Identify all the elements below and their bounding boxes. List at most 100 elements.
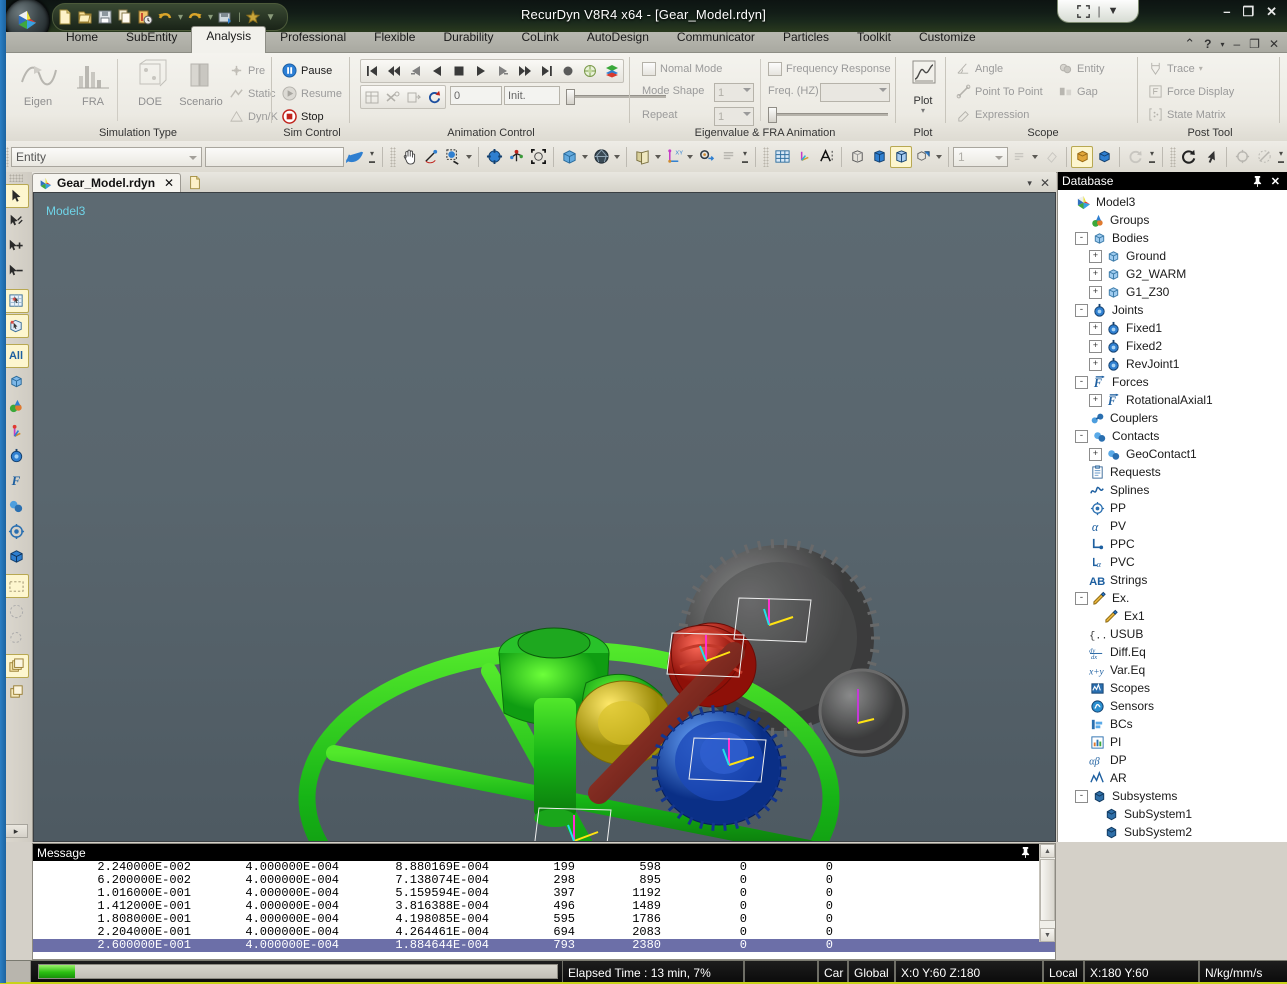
render-blue-icon[interactable] xyxy=(1093,146,1115,168)
first-frame-icon[interactable] xyxy=(361,61,383,81)
plot-button[interactable]: Plot ▾ xyxy=(897,57,949,115)
perspective-icon[interactable] xyxy=(631,146,653,168)
pause-button[interactable]: Pause xyxy=(282,61,332,80)
tree-node[interactable]: PI xyxy=(1058,733,1287,751)
restore-button[interactable]: ❐ xyxy=(1242,5,1254,18)
name-input[interactable] xyxy=(204,146,345,167)
copy-icon[interactable] xyxy=(117,9,134,26)
new-document-tab[interactable] xyxy=(181,173,209,192)
tab-toolkit[interactable]: Toolkit xyxy=(843,28,905,52)
global-status[interactable]: Global xyxy=(848,961,895,984)
toolbar-overflow-button[interactable]: ▾ ▬ xyxy=(1146,146,1158,168)
expand-node-button[interactable]: + xyxy=(1089,357,1102,371)
last-frame-icon[interactable] xyxy=(536,61,558,81)
toolbar-overflow-button[interactable]: ▾ ▬ xyxy=(1275,146,1287,168)
shaded-icon[interactable] xyxy=(868,146,890,168)
aperture-icon[interactable] xyxy=(590,146,612,168)
play-back-icon[interactable] xyxy=(426,61,448,81)
message-table[interactable]: 2.240000E-002 4.000000E-004 8.880169E-004 1… xyxy=(33,861,1055,959)
joint-filter[interactable] xyxy=(3,444,29,468)
recent-icon[interactable] xyxy=(137,9,154,26)
expression-button[interactable]: Expression xyxy=(956,105,1029,124)
box-view-icon[interactable] xyxy=(558,146,580,168)
collapse-node-button[interactable]: - xyxy=(1075,789,1088,803)
layers-icon[interactable] xyxy=(601,61,623,81)
tree-node[interactable]: - Contacts xyxy=(1058,427,1287,445)
paint-icon[interactable] xyxy=(1040,146,1062,168)
close-button[interactable]: ✕ xyxy=(1266,5,1277,18)
expand-node-button[interactable]: + xyxy=(1089,267,1102,281)
database-panel-close[interactable]: ✕ xyxy=(1271,175,1280,188)
tree-node[interactable]: + Fixed2 xyxy=(1058,337,1287,355)
car-status[interactable]: Car xyxy=(818,961,848,984)
expand-node-button[interactable]: + xyxy=(1089,339,1102,353)
tree-node[interactable]: Groups xyxy=(1058,211,1287,229)
star-icon[interactable] xyxy=(245,9,262,26)
circle-select-tool[interactable] xyxy=(3,599,29,623)
ribbon-display-options[interactable]: | ▼ xyxy=(1057,0,1139,23)
redo-icon[interactable] xyxy=(187,9,204,26)
fullscreen-icon[interactable] xyxy=(1077,4,1091,18)
list-layers-icon[interactable] xyxy=(1008,146,1030,168)
help-dropdown-icon[interactable]: ▾ xyxy=(1220,40,1224,49)
repeat-combo[interactable]: 1 xyxy=(714,107,754,126)
layers-alt-tool[interactable] xyxy=(3,679,29,703)
new-icon[interactable] xyxy=(57,9,74,26)
doc-minimize-button[interactable]: – xyxy=(1233,37,1240,51)
pin-icon[interactable] xyxy=(1253,175,1262,187)
collapse-node-button[interactable]: - xyxy=(1075,231,1088,245)
tree-node[interactable]: + Fixed1 xyxy=(1058,319,1287,337)
layer-dropdown-arrow[interactable] xyxy=(934,146,944,168)
doc-restore-button[interactable]: ❐ xyxy=(1249,37,1260,51)
list-icon[interactable] xyxy=(717,146,739,168)
select-by-window-tool[interactable] xyxy=(3,289,29,313)
fit-icon[interactable] xyxy=(483,146,505,168)
geometry-filter[interactable] xyxy=(3,544,29,568)
pin-icon[interactable] xyxy=(1021,846,1030,858)
minimize-button[interactable]: – xyxy=(1223,5,1230,18)
remove-select-tool[interactable] xyxy=(3,259,29,283)
document-tabs-close[interactable]: ✕ xyxy=(1040,176,1050,190)
static-button[interactable]: Static xyxy=(229,84,276,103)
axis-icon[interactable] xyxy=(793,146,815,168)
slider-thumb[interactable] xyxy=(566,89,575,105)
qat-overflow-arrow[interactable]: ▼ xyxy=(266,12,276,23)
collapse-node-button[interactable]: - xyxy=(1075,591,1088,605)
slider-thumb[interactable] xyxy=(768,107,777,123)
tree-node[interactable]: α PV xyxy=(1058,517,1287,535)
tree-node[interactable]: {..} USUB xyxy=(1058,625,1287,643)
entity-filter-combo[interactable]: Entity xyxy=(11,146,202,167)
open-icon[interactable] xyxy=(77,9,94,26)
tree-node[interactable]: α PVC xyxy=(1058,553,1287,571)
pp-filter[interactable] xyxy=(3,519,29,543)
tree-node[interactable]: Splines xyxy=(1058,481,1287,499)
step-forward-play-icon[interactable] xyxy=(492,61,514,81)
tree-node[interactable]: - Subsystems xyxy=(1058,787,1287,805)
toolbar-grip[interactable] xyxy=(763,146,770,167)
tree-node[interactable]: Couplers xyxy=(1058,409,1287,427)
tab-particles[interactable]: Particles xyxy=(769,28,843,52)
chevron-down-icon[interactable] xyxy=(743,112,751,116)
tab-communicator[interactable]: Communicator xyxy=(663,28,769,52)
freq-slider[interactable] xyxy=(768,107,888,123)
tab-durability[interactable]: Durability xyxy=(429,28,507,52)
zoom-window-icon[interactable] xyxy=(442,146,464,168)
collapse-node-button[interactable]: - xyxy=(1075,375,1088,389)
left-toolbar-expand-button[interactable]: ▸ xyxy=(4,824,28,838)
pan-icon[interactable] xyxy=(398,146,420,168)
tree-node[interactable]: - Bodies xyxy=(1058,229,1287,247)
scroll-down-button[interactable]: ▼ xyxy=(1040,928,1055,942)
resume-button[interactable]: Resume xyxy=(282,84,342,103)
document-tabs-menu-arrow[interactable]: ▾ xyxy=(1027,178,1032,189)
marker-filter[interactable] xyxy=(3,419,29,443)
zoom-dropdown-arrow[interactable] xyxy=(464,146,474,168)
message-row[interactable]: 2.600000E-001 4.000000E-004 1.884644E-004 7… xyxy=(33,939,1055,952)
add-select-tool[interactable] xyxy=(3,234,29,258)
tree-node[interactable]: αβ DP xyxy=(1058,751,1287,769)
select-arrow-icon[interactable] xyxy=(1200,146,1222,168)
collapse-node-button[interactable]: - xyxy=(1075,429,1088,443)
tree-node[interactable]: BCs xyxy=(1058,715,1287,733)
toolbar-grip[interactable] xyxy=(390,146,397,167)
scenario-button[interactable]: Scenario xyxy=(172,58,230,108)
3d-viewport[interactable]: Model3 xyxy=(33,192,1056,842)
